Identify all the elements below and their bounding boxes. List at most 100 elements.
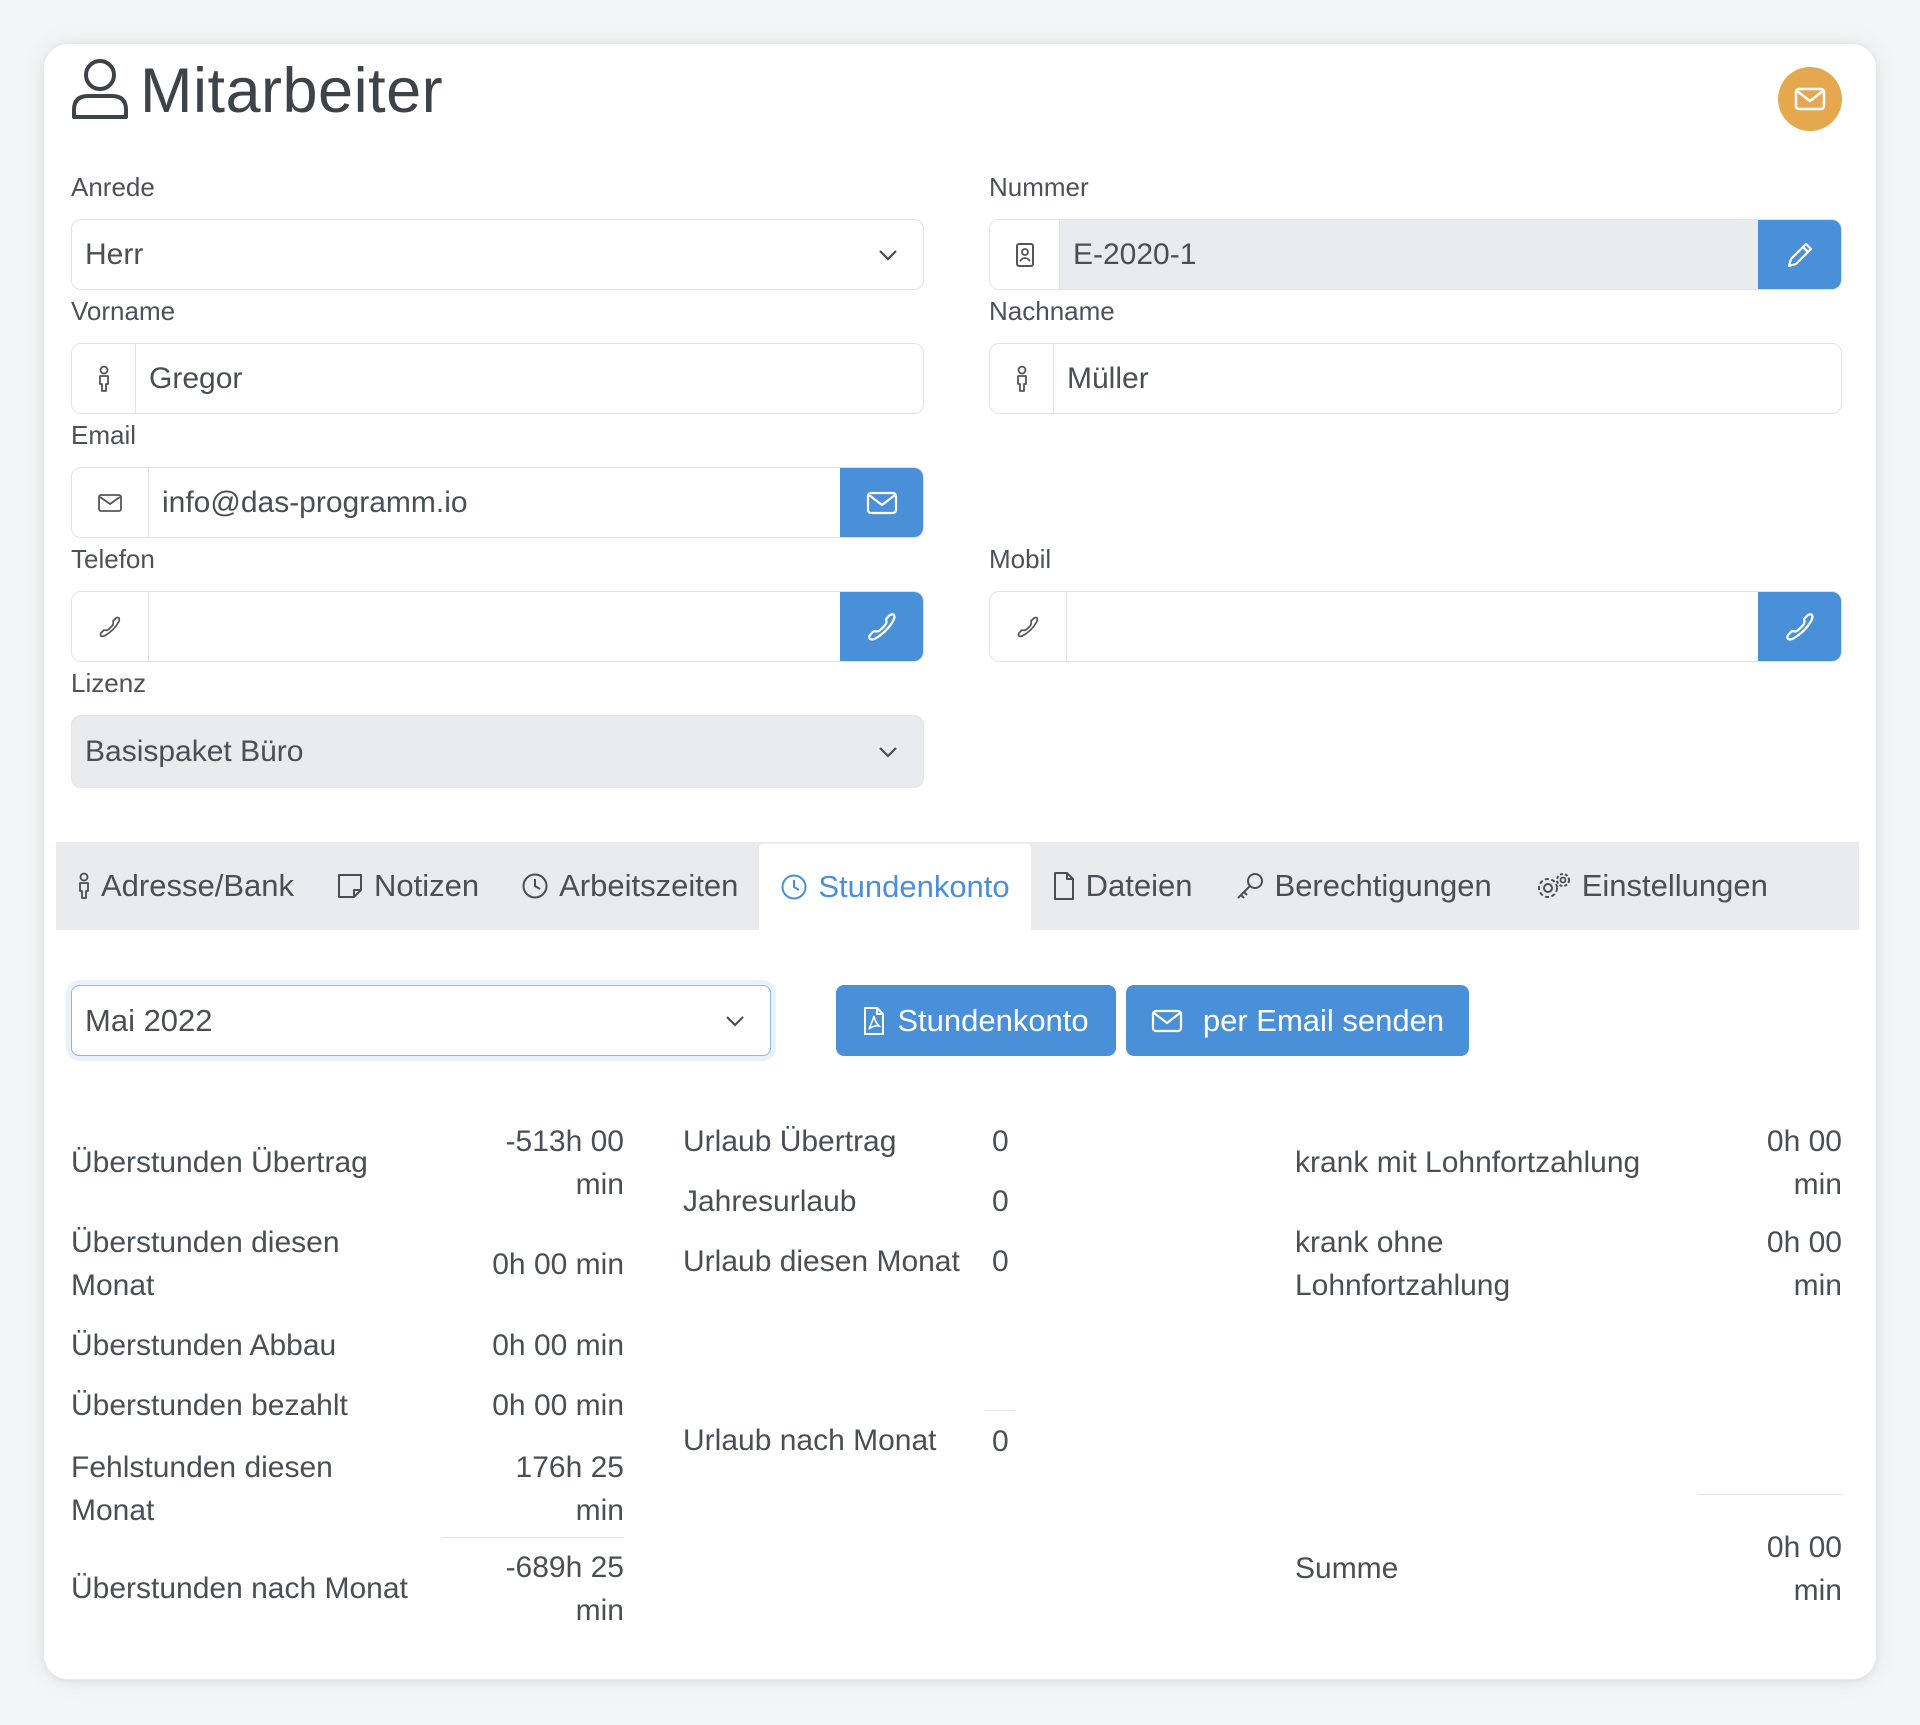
- month-select[interactable]: Mai 2022: [71, 985, 771, 1056]
- envelope-icon: [1151, 1009, 1182, 1032]
- tab-label: Stundenkonto: [818, 869, 1010, 904]
- vacation-label: Urlaub nach Monat: [683, 1424, 937, 1457]
- stundenkonto-pdf-button[interactable]: Stundenkonto: [836, 985, 1116, 1056]
- envelope-icon: [866, 491, 897, 514]
- sick-label: Summe: [1295, 1552, 1399, 1585]
- edit-number-button[interactable]: [1758, 220, 1841, 289]
- anrede-label: Anrede: [71, 172, 155, 202]
- mobil-input[interactable]: [1067, 592, 1758, 661]
- sick-value: 0h 00 min: [1766, 1531, 1842, 1607]
- mobil-label: Mobil: [989, 544, 1052, 574]
- divider: [1697, 1494, 1842, 1495]
- phone-icon: [1017, 616, 1039, 637]
- chevron-down-icon: [879, 249, 897, 261]
- nummer-label: Nummer: [989, 172, 1089, 202]
- sick-label: krank mit Lohnfortzahlung: [1295, 1146, 1641, 1179]
- call-telefon-button[interactable]: [840, 592, 923, 661]
- page-title: Mitarbeiter: [140, 56, 444, 126]
- file-pdf-icon: [864, 1006, 885, 1035]
- overtime-label: Überstunden Abbau: [71, 1329, 337, 1362]
- nummer-field: E-2020-1: [989, 219, 1842, 290]
- telefon-label: Telefon: [71, 544, 155, 574]
- vacation-value: 0: [992, 1185, 1009, 1218]
- nachname-field[interactable]: Müller: [989, 343, 1842, 414]
- user-icon: [72, 59, 128, 119]
- tab-arbeitszeiten[interactable]: Arbeitszeiten: [500, 842, 759, 930]
- email-label: Email: [71, 420, 137, 450]
- note-icon: [338, 874, 362, 898]
- person-icon: [1016, 365, 1027, 392]
- tab-dateien[interactable]: Dateien: [1031, 842, 1214, 930]
- chevron-down-icon: [879, 746, 897, 758]
- envelope-icon: [98, 493, 122, 512]
- person-icon: [98, 365, 109, 392]
- tab-notizen[interactable]: Notizen: [315, 842, 500, 930]
- lizenz-value: Basispaket Büro: [85, 734, 304, 768]
- lizenz-select[interactable]: Basispaket Büro: [71, 715, 924, 788]
- overtime-value: 176h 25 min: [515, 1451, 624, 1527]
- email-input[interactable]: info@das-programm.io: [149, 468, 840, 537]
- send-email-button[interactable]: [840, 468, 923, 537]
- sick-label: krank ohne Lohnfortzahlung: [1295, 1226, 1511, 1302]
- overtime-value: 0h 00 min: [492, 1389, 624, 1422]
- tab-berechtigungen[interactable]: Berechtigungen: [1214, 842, 1513, 930]
- tab-label: Notizen: [374, 868, 480, 903]
- tab-stundenkonto[interactable]: Stundenkonto: [759, 844, 1031, 930]
- vacation-label: Urlaub diesen Monat: [683, 1245, 960, 1278]
- overtime-value: -689h 25 min: [505, 1551, 624, 1627]
- sick-value: 0h 00 min: [1766, 1125, 1842, 1201]
- overtime-value: -513h 00 min: [505, 1125, 624, 1201]
- tab-einstellungen[interactable]: Einstellungen: [1513, 842, 1789, 930]
- send-mail-button[interactable]: [1778, 67, 1842, 131]
- overtime-label: Überstunden bezahlt: [71, 1389, 348, 1422]
- phone-icon: [867, 612, 896, 641]
- clock-icon: [522, 873, 548, 899]
- per-email-senden-button[interactable]: per Email senden: [1126, 985, 1469, 1056]
- vorname-input[interactable]: Gregor: [136, 344, 923, 413]
- vacation-value: 0: [992, 1125, 1009, 1158]
- chevron-down-icon: [726, 1015, 744, 1027]
- anrede-value: Herr: [85, 237, 144, 271]
- tab-bar: Adresse/Bank Notizen Arbeitszeiten Stund…: [56, 842, 1859, 930]
- tab-label: Arbeitszeiten: [559, 868, 739, 903]
- divider: [984, 1410, 1015, 1411]
- nummer-input: E-2020-1: [1060, 220, 1758, 289]
- gears-icon: [1537, 873, 1570, 898]
- month-value: Mai 2022: [85, 1002, 213, 1038]
- vorname-field[interactable]: Gregor: [71, 343, 924, 414]
- tab-label: Berechtigungen: [1274, 868, 1492, 903]
- tab-label: Einstellungen: [1581, 868, 1768, 903]
- tab-adresse-bank[interactable]: Adresse/Bank: [56, 842, 315, 930]
- overtime-label: Überstunden Übertrag: [71, 1146, 368, 1179]
- overtime-label: Fehlstunden diesen Monat: [71, 1451, 333, 1527]
- overtime-label: Überstunden diesen Monat: [71, 1226, 340, 1302]
- vacation-label: Urlaub Übertrag: [683, 1125, 897, 1158]
- anrede-select[interactable]: Herr: [71, 219, 924, 290]
- envelope-icon: [1794, 87, 1826, 111]
- call-mobil-button[interactable]: [1758, 592, 1841, 661]
- vorname-label: Vorname: [71, 296, 176, 326]
- phone-icon: [1785, 612, 1814, 641]
- key-icon: [1236, 873, 1263, 899]
- employee-card: Mitarbeiter Anrede Herr Nummer E-2020-1 …: [44, 44, 1876, 1679]
- email-field[interactable]: info@das-programm.io: [71, 467, 924, 538]
- nachname-input[interactable]: Müller: [1054, 344, 1841, 413]
- telefon-input[interactable]: [149, 592, 840, 661]
- vacation-value: 0: [992, 1425, 1009, 1458]
- mobil-field[interactable]: [989, 591, 1842, 662]
- phone-icon: [99, 616, 121, 637]
- id-card-icon: [1015, 242, 1034, 267]
- lizenz-label: Lizenz: [71, 668, 147, 698]
- telefon-field[interactable]: [71, 591, 924, 662]
- vacation-value: 0: [992, 1245, 1009, 1278]
- per-email-senden-label: per Email senden: [1202, 1002, 1445, 1038]
- vacation-label: Jahresurlaub: [683, 1185, 857, 1218]
- overtime-value: 0h 00 min: [492, 1248, 624, 1281]
- tab-label: Adresse/Bank: [101, 868, 294, 903]
- stundenkonto-pdf-label: Stundenkonto: [897, 1002, 1089, 1038]
- overtime-label: Überstunden nach Monat: [71, 1572, 408, 1605]
- clock-icon: [781, 874, 807, 900]
- overtime-value: 0h 00 min: [492, 1329, 624, 1362]
- pencil-icon: [1787, 242, 1812, 267]
- file-icon: [1053, 872, 1074, 900]
